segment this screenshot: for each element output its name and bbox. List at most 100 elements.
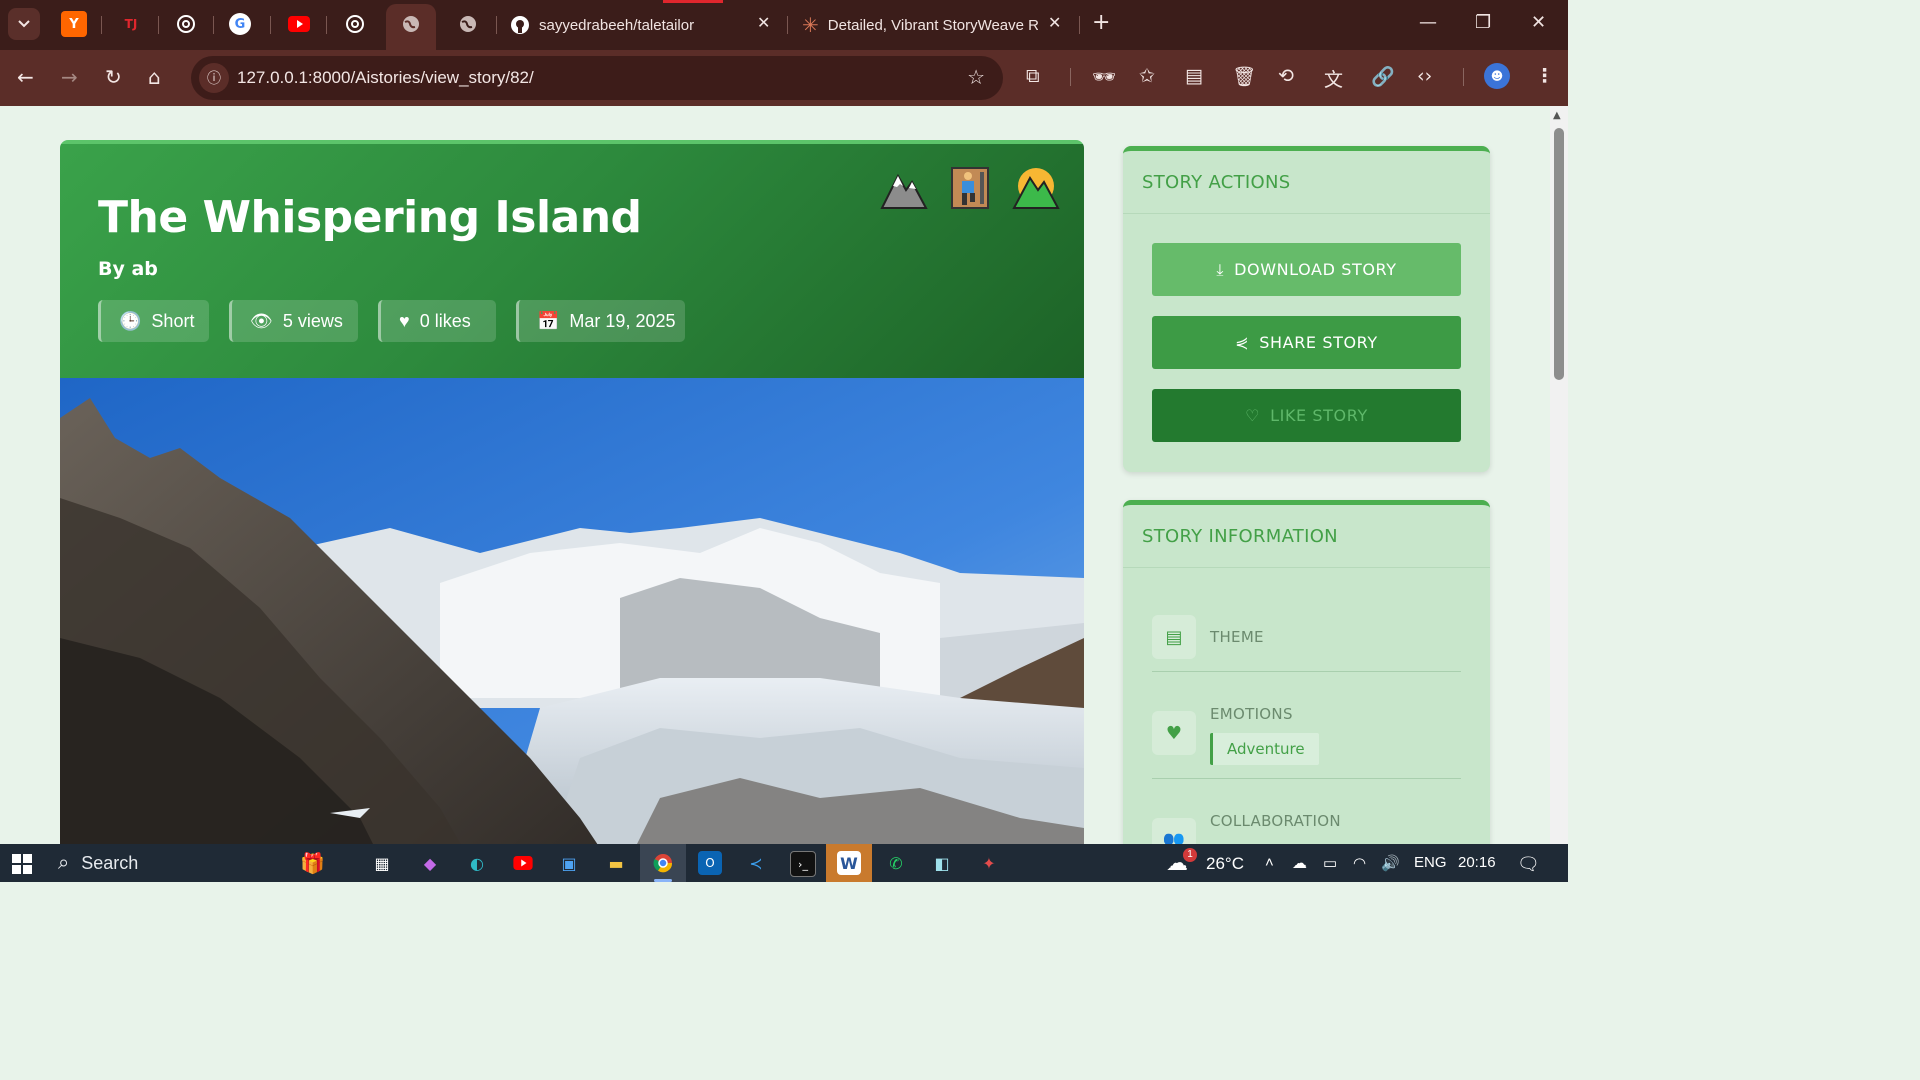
likes-text: 0 likes [419,310,471,331]
new-tab-button[interactable]: + [1092,10,1110,35]
tab-github[interactable]: sayyedrabeeh/taletailor [510,10,750,40]
windows-taskbar: ⌕ Search 🎁 ▦ ◆ ◐ ▣ ▬ O ≺ ›_ W ✆ ◧ ✦ ☁ 1 … [0,844,1568,882]
scroll-thumb[interactable] [1554,128,1564,380]
terminal-icon[interactable]: ›_ [790,851,816,877]
story-hero: The Whispering Island By ab 🕒 Short 👁 5 … [60,140,1084,378]
clock[interactable]: 20:16 [1458,854,1496,871]
edge-icon[interactable]: ◐ [465,851,489,875]
forward-icon[interactable]: → [61,65,78,89]
chrome-icon[interactable] [651,851,675,875]
tab-claude[interactable]: ✳ Detailed, Vibrant StoryWeave R [802,10,1038,40]
close-tab-icon-2[interactable]: ✕ [1048,13,1061,32]
notepad-icon[interactable]: ◧ [930,851,954,875]
book-icon: ▤ [1152,615,1196,659]
date-badge: 📅 Mar 19, 2025 [516,300,685,342]
emotion-tag: Adventure [1210,733,1319,765]
file-explorer-icon[interactable]: ▬ [604,851,628,875]
copilot-icon[interactable]: ◆ [418,851,442,875]
tab-title: Detailed, Vibrant StoryWeave R [827,16,1038,34]
heart-icon: ♥ [1152,711,1196,755]
back-icon[interactable]: ← [17,65,34,89]
page-scrollbar[interactable]: ▲ [1550,106,1568,844]
browser-toolbar: ← → ↻ ⌂ ⓘ 127.0.0.1:8000/Aistories/view_… [0,50,1568,106]
weather-temp[interactable]: 26°C [1206,854,1244,874]
chatgpt-tab-icon[interactable] [173,11,199,37]
google-tab-icon[interactable]: G [229,13,251,35]
home-icon[interactable]: ⌂ [148,65,161,89]
menu-icon[interactable]: ⋮ [1535,65,1554,87]
whatsapp-icon[interactable]: ✆ [884,851,908,875]
reading-list-icon[interactable]: ▤ [1185,65,1203,87]
weather-badge: 1 [1183,848,1197,862]
scroll-up-icon[interactable]: ▲ [1553,110,1561,121]
youtube-tab-icon[interactable] [286,11,312,37]
download-story-button[interactable]: ⤓ DOWNLOAD STORY [1152,243,1461,296]
chevron-up-icon[interactable]: ˄ [1265,854,1274,871]
theme-label: THEME [1210,628,1264,646]
reload-icon[interactable]: ↻ [105,65,122,89]
translate-icon[interactable]: 文 [1324,65,1343,92]
app-icon[interactable]: ✦ [977,851,1001,875]
search-label: Search [81,852,139,873]
volume-icon[interactable]: 🔊 [1381,854,1400,872]
store-icon[interactable]: ▣ [557,851,581,875]
story-actions-panel: STORY ACTIONS ⤓ DOWNLOAD STORY ⋞ SHARE S… [1123,146,1490,472]
like-label: LIKE STORY [1270,406,1368,425]
site-info-icon[interactable]: ⓘ [199,63,229,93]
chatgpt-tab-icon-2[interactable] [342,11,368,37]
favorites-icon[interactable]: ✩ [1139,65,1155,87]
vscode-icon[interactable]: ≺ [744,851,768,875]
profile-avatar[interactable]: ☻ [1484,63,1510,89]
story-author: By ab [98,258,158,280]
tj-tab-icon[interactable]: TJ [118,11,144,37]
download-label: DOWNLOAD STORY [1234,260,1397,279]
wifi-icon[interactable]: ◠ [1353,854,1366,872]
notification-icon[interactable]: 🗨 [1517,854,1540,875]
emotions-label: EMOTIONS [1210,705,1293,723]
trash-icon[interactable]: 🗑 [1232,65,1256,88]
language-indicator[interactable]: ENG [1414,854,1447,871]
close-window-icon[interactable]: ✕ [1531,12,1546,33]
share-story-button[interactable]: ⋞ SHARE STORY [1152,316,1461,369]
windows-start-icon[interactable] [12,854,32,874]
history-icon[interactable]: ⟲ [1278,65,1294,87]
story-information-heading: STORY INFORMATION [1123,505,1490,568]
youtube-app-icon[interactable] [511,851,535,875]
like-story-button[interactable]: ♡ LIKE STORY [1152,389,1461,442]
share-label: SHARE STORY [1259,333,1378,352]
eye-icon: 👁 [250,310,273,331]
url-text[interactable]: 127.0.0.1:8000/Aistories/view_story/82/ [237,68,534,88]
tab-title: sayyedrabeeh/taletailor [539,16,695,34]
incognito-icon[interactable]: 🕶 [1092,65,1116,88]
minimize-icon[interactable]: — [1419,12,1437,33]
hills-icon [1012,168,1060,209]
length-badge: 🕒 Short [98,300,209,342]
bookmark-star-icon[interactable]: ☆ [967,65,985,89]
likes-badge: ♥ 0 likes [378,300,496,342]
ycombinator-tab-icon[interactable]: Y [61,11,87,37]
tab-search-button[interactable] [8,8,40,40]
climber-icon [951,167,989,209]
chrome-running-indicator [654,879,672,882]
restore-icon[interactable]: ❐ [1475,12,1491,33]
task-view-icon[interactable]: ▦ [370,851,394,875]
battery-icon[interactable]: ▭ [1323,854,1337,872]
outlook-icon[interactable]: O [698,851,722,875]
date-text: Mar 19, 2025 [569,310,676,331]
onedrive-icon[interactable]: ☁ [1292,854,1307,872]
writer-icon[interactable]: W [837,851,861,875]
globe-tab-icon-2[interactable] [455,11,481,37]
story-title: The Whispering Island [98,192,642,243]
devtools-icon[interactable]: ‹› [1417,65,1432,87]
close-tab-icon[interactable]: ✕ [757,13,770,32]
story-information-panel: STORY INFORMATION ▤ THEME ♥ EMOTIONS Adv… [1123,500,1490,844]
mountain-icon [880,173,928,209]
share-icon: ⋞ [1235,333,1250,352]
taskbar-search[interactable]: ⌕ Search 🎁 [48,847,348,879]
address-bar[interactable]: ⓘ 127.0.0.1:8000/Aistories/view_story/82… [191,56,1003,100]
link-icon[interactable]: 🔗 [1371,65,1395,88]
collaboration-label: COLLABORATION [1210,812,1341,830]
extensions-icon[interactable]: ⧉ [1026,65,1040,87]
globe-tab-icon [398,11,424,37]
users-icon: 👥 [1152,818,1196,844]
